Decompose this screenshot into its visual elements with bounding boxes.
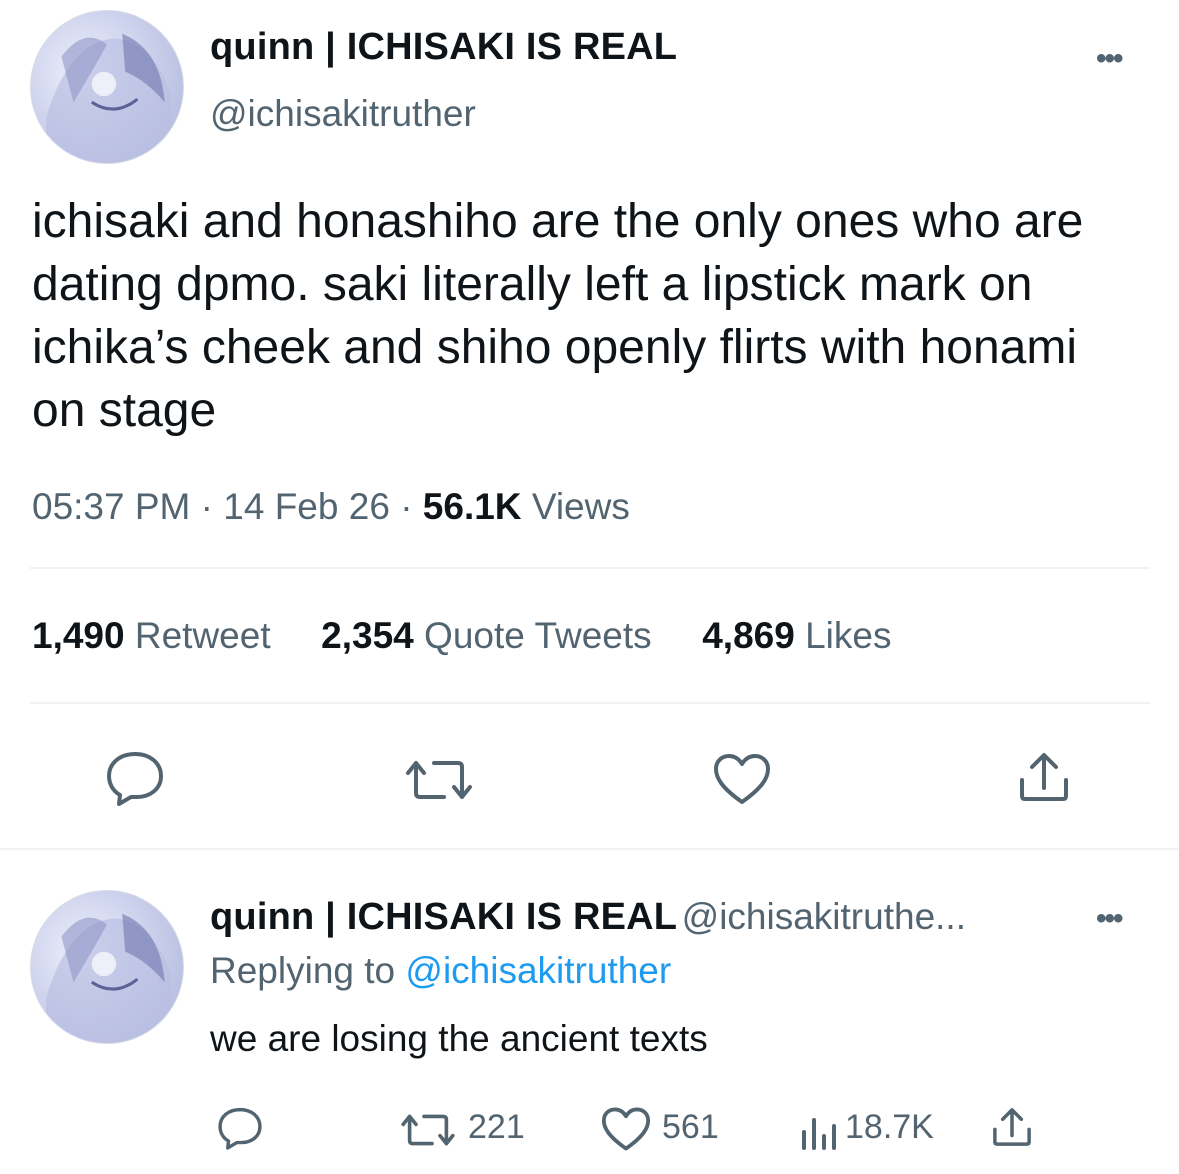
retweet-icon[interactable] [404, 755, 474, 805]
handle[interactable]: @ichisakitruther [210, 93, 476, 135]
meta-separator: · [200, 486, 213, 527]
display-name[interactable]: quinn | ICHISAKI IS REAL [210, 26, 677, 69]
reply-like-count: 561 [662, 1108, 719, 1146]
tweet-date: 14 Feb 26 [223, 486, 390, 527]
likes-label: Likes [805, 615, 892, 656]
reply-icon[interactable] [105, 750, 165, 806]
engagement-stats: 1,490 Retweet 2,354 Quote Tweets 4,869 L… [32, 615, 892, 657]
reply-display-name[interactable]: quinn | ICHISAKI IS REAL [210, 896, 677, 938]
replying-to: Replying to @ichisakitruther [210, 950, 671, 992]
divider [30, 567, 1150, 569]
meta-separator: · [400, 486, 413, 527]
share-icon[interactable] [1016, 750, 1072, 804]
reply-share-icon[interactable] [990, 1106, 1034, 1148]
reply-reply-icon[interactable] [217, 1106, 263, 1150]
avatar[interactable] [30, 10, 184, 164]
reply-more-options-icon[interactable]: ••• [1096, 902, 1123, 936]
views-count: 56.1K [422, 486, 522, 527]
tweet-time: 05:37 PM [32, 486, 191, 527]
replying-to-mention[interactable]: @ichisakitruther [405, 950, 671, 991]
retweets-count: 1,490 [32, 615, 125, 656]
views-icon[interactable] [798, 1110, 842, 1150]
replying-to-label: Replying to [210, 950, 396, 991]
tweet-text: ichisaki and honashiho are the only ones… [32, 195, 1084, 437]
like-icon[interactable] [712, 752, 772, 806]
retweets-stat[interactable]: 1,490 Retweet [32, 615, 271, 656]
likes-stat[interactable]: 4,869 Likes [702, 615, 891, 656]
likes-count: 4,869 [702, 615, 795, 656]
divider [0, 848, 1179, 850]
reply-text: we are losing the ancient texts [210, 1018, 708, 1059]
quotes-stat[interactable]: 2,354 Quote Tweets [321, 615, 652, 656]
quotes-label: Quote Tweets [424, 615, 652, 656]
views-label: Views [531, 486, 630, 527]
reply-views-count: 18.7K [845, 1108, 934, 1146]
tweet-meta: 05:37 PM · 14 Feb 26 · 56.1K Views [32, 486, 630, 528]
more-options-icon[interactable]: ••• [1096, 42, 1123, 76]
reply-avatar[interactable] [30, 890, 184, 1044]
reply-retweet-icon[interactable] [400, 1110, 456, 1150]
reply-like-icon[interactable] [600, 1106, 652, 1152]
reply-header: quinn | ICHISAKI IS REAL @ichisakitruthe… [210, 896, 966, 939]
divider [30, 702, 1150, 704]
retweets-label: Retweet [134, 615, 271, 656]
reply-handle[interactable]: @ichisakitruthe... [682, 896, 966, 937]
reply-retweet-count: 221 [468, 1108, 525, 1146]
quotes-count: 2,354 [321, 615, 414, 656]
